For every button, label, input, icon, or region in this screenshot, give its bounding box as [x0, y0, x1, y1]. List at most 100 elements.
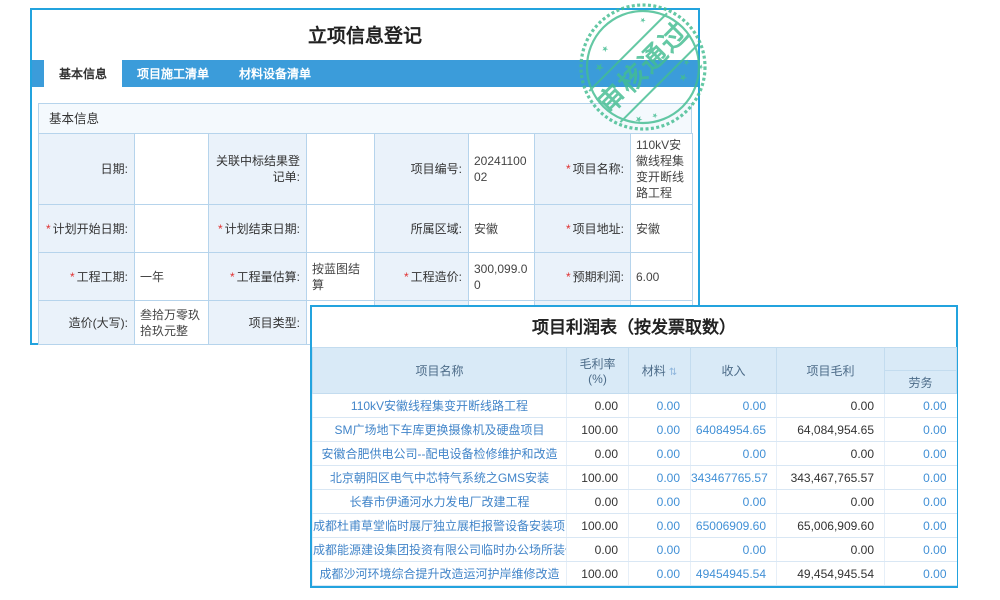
- plan-start-date-label: *计划开始日期:: [39, 205, 135, 253]
- form-row: *工程工期: 一年 *工程量估算: 按蓝图结算 *工程造价: 300,099.0…: [39, 253, 693, 301]
- income-cell[interactable]: 0.00: [691, 538, 777, 562]
- income-cell[interactable]: 64084954.65: [691, 418, 777, 442]
- material-cell[interactable]: 0.00: [629, 394, 691, 418]
- table-row: 110kV安徽线程集变开断线路工程 0.00 0.00 0.00 0.00 0.…: [313, 394, 957, 418]
- col-group-blank: [885, 348, 957, 371]
- project-number-label: 项目编号:: [375, 134, 469, 205]
- expected-profit-label: *预期利润:: [535, 253, 631, 301]
- section-header-basic-info: 基本信息: [38, 103, 692, 133]
- labor-cell[interactable]: 0.00: [885, 442, 957, 466]
- project-number-field[interactable]: 2024110002: [469, 134, 535, 205]
- income-cell[interactable]: 0.00: [691, 490, 777, 514]
- gross-cell: 343,467,765.57: [777, 466, 885, 490]
- col-gross-margin: 毛利率(%): [567, 348, 629, 394]
- project-type-label: 项目类型:: [209, 301, 307, 345]
- tab-material-equipment-list[interactable]: 材料设备清单: [224, 60, 326, 87]
- project-name-link[interactable]: 北京朝阳区电气中芯特气系统之GMS安装: [313, 466, 567, 490]
- material-cell[interactable]: 0.00: [629, 466, 691, 490]
- gross-cell: 64,084,954.65: [777, 418, 885, 442]
- profit-table: 项目名称 毛利率(%) 材料⇅ 收入 项目毛利 劳务 110kV安徽线程集变开断…: [312, 347, 957, 586]
- income-cell[interactable]: 0.00: [691, 394, 777, 418]
- table-row: 成都沙河环境综合提升改造运河护岸维修改造 100.00 0.00 4945494…: [313, 562, 957, 586]
- expected-profit-field[interactable]: 6.00: [631, 253, 693, 301]
- col-project-name: 项目名称: [313, 348, 567, 394]
- labor-cell[interactable]: 0.00: [885, 466, 957, 490]
- plan-end-date-label: *计划结束日期:: [209, 205, 307, 253]
- margin-cell: 0.00: [567, 490, 629, 514]
- material-cell[interactable]: 0.00: [629, 490, 691, 514]
- income-cell[interactable]: 0.00: [691, 442, 777, 466]
- cost-in-words-field[interactable]: 叁拾万零玖拾玖元整: [135, 301, 209, 345]
- col-income: 收入: [691, 348, 777, 394]
- tab-bar: 基本信息 项目施工清单 材料设备清单: [32, 60, 698, 87]
- project-name-link[interactable]: 成都沙河环境综合提升改造运河护岸维修改造: [313, 562, 567, 586]
- project-registration-panel: 立项信息登记 基本信息 项目施工清单 材料设备清单 基本信息 日期: 关联中标结…: [30, 8, 700, 345]
- margin-cell: 0.00: [567, 538, 629, 562]
- plan-start-date-field[interactable]: [135, 205, 209, 253]
- gross-cell: 65,006,909.60: [777, 514, 885, 538]
- project-name-link[interactable]: 成都杜甫草堂临时展厅独立展柜报警设备安装项目: [313, 514, 567, 538]
- project-name-link[interactable]: 成都能源建设集团投资有限公司临时办公场所装修改: [313, 538, 567, 562]
- margin-cell: 100.00: [567, 562, 629, 586]
- form-row: *计划开始日期: *计划结束日期: 所属区域: 安徽 *项目地址: 安徽: [39, 205, 693, 253]
- tab-construction-list[interactable]: 项目施工清单: [122, 60, 224, 87]
- quantity-estimate-field[interactable]: 按蓝图结算: [307, 253, 375, 301]
- table-row: SM广场地下车库更换摄像机及硬盘项目 100.00 0.00 64084954.…: [313, 418, 957, 442]
- date-field[interactable]: [135, 134, 209, 205]
- project-cost-field[interactable]: 300,099.00: [469, 253, 535, 301]
- margin-cell: 0.00: [567, 394, 629, 418]
- material-cell[interactable]: 0.00: [629, 538, 691, 562]
- material-cell[interactable]: 0.00: [629, 442, 691, 466]
- project-name-link[interactable]: 长春市伊通河水力发电厂改建工程: [313, 490, 567, 514]
- margin-cell: 100.00: [567, 514, 629, 538]
- date-label: 日期:: [39, 134, 135, 205]
- project-name-field[interactable]: 110kV安徽线程集变开断线路工程: [631, 134, 693, 205]
- gross-cell: 49,454,945.54: [777, 562, 885, 586]
- income-cell[interactable]: 49454945.54: [691, 562, 777, 586]
- region-field[interactable]: 安徽: [469, 205, 535, 253]
- table-row: 成都杜甫草堂临时展厅独立展柜报警设备安装项目 100.00 0.00 65006…: [313, 514, 957, 538]
- sort-icon[interactable]: ⇅: [669, 367, 677, 378]
- project-name-link[interactable]: 安徽合肥供电公司--配电设备检修维护和改造: [313, 442, 567, 466]
- col-labor: 劳务: [885, 371, 957, 394]
- duration-label: *工程工期:: [39, 253, 135, 301]
- margin-cell: 100.00: [567, 418, 629, 442]
- labor-cell[interactable]: 0.00: [885, 538, 957, 562]
- table-row: 安徽合肥供电公司--配电设备检修维护和改造 0.00 0.00 0.00 0.0…: [313, 442, 957, 466]
- tab-basic-info[interactable]: 基本信息: [44, 60, 122, 87]
- form-row: 日期: 关联中标结果登记单: 项目编号: 2024110002 *项目名称: 1…: [39, 134, 693, 205]
- col-material: 材料⇅: [629, 348, 691, 394]
- profit-table-panel: 项目利润表（按发票取数） 项目名称 毛利率(%) 材料⇅ 收入 项目毛利 劳务: [310, 305, 958, 588]
- labor-cell[interactable]: 0.00: [885, 394, 957, 418]
- duration-field[interactable]: 一年: [135, 253, 209, 301]
- labor-cell[interactable]: 0.00: [885, 490, 957, 514]
- labor-cell[interactable]: 0.00: [885, 562, 957, 586]
- project-address-field[interactable]: 安徽: [631, 205, 693, 253]
- material-cell[interactable]: 0.00: [629, 562, 691, 586]
- gross-cell: 0.00: [777, 538, 885, 562]
- page-title: 立项信息登记: [32, 10, 698, 60]
- project-cost-label: *工程造价:: [375, 253, 469, 301]
- table-row: 北京朝阳区电气中芯特气系统之GMS安装 100.00 0.00 34346776…: [313, 466, 957, 490]
- col-project-gross: 项目毛利: [777, 348, 885, 394]
- labor-cell[interactable]: 0.00: [885, 514, 957, 538]
- project-name-link[interactable]: SM广场地下车库更换摄像机及硬盘项目: [313, 418, 567, 442]
- table-row: 成都能源建设集团投资有限公司临时办公场所装修改 0.00 0.00 0.00 0…: [313, 538, 957, 562]
- income-cell[interactable]: 343467765.57: [691, 466, 777, 490]
- gross-cell: 0.00: [777, 394, 885, 418]
- table-header-row: 项目名称 毛利率(%) 材料⇅ 收入 项目毛利: [313, 348, 957, 371]
- profit-table-title: 项目利润表（按发票取数）: [312, 307, 956, 347]
- project-name-label: *项目名称:: [535, 134, 631, 205]
- material-cell[interactable]: 0.00: [629, 418, 691, 442]
- plan-end-date-field[interactable]: [307, 205, 375, 253]
- related-bid-result-label: 关联中标结果登记单:: [209, 134, 307, 205]
- material-cell[interactable]: 0.00: [629, 514, 691, 538]
- income-cell[interactable]: 65006909.60: [691, 514, 777, 538]
- labor-cell[interactable]: 0.00: [885, 418, 957, 442]
- project-name-link[interactable]: 110kV安徽线程集变开断线路工程: [313, 394, 567, 418]
- gross-cell: 0.00: [777, 442, 885, 466]
- page: 立项信息登记 基本信息 项目施工清单 材料设备清单 基本信息 日期: 关联中标结…: [0, 0, 1000, 600]
- related-bid-result-field[interactable]: [307, 134, 375, 205]
- project-address-label: *项目地址:: [535, 205, 631, 253]
- gross-cell: 0.00: [777, 490, 885, 514]
